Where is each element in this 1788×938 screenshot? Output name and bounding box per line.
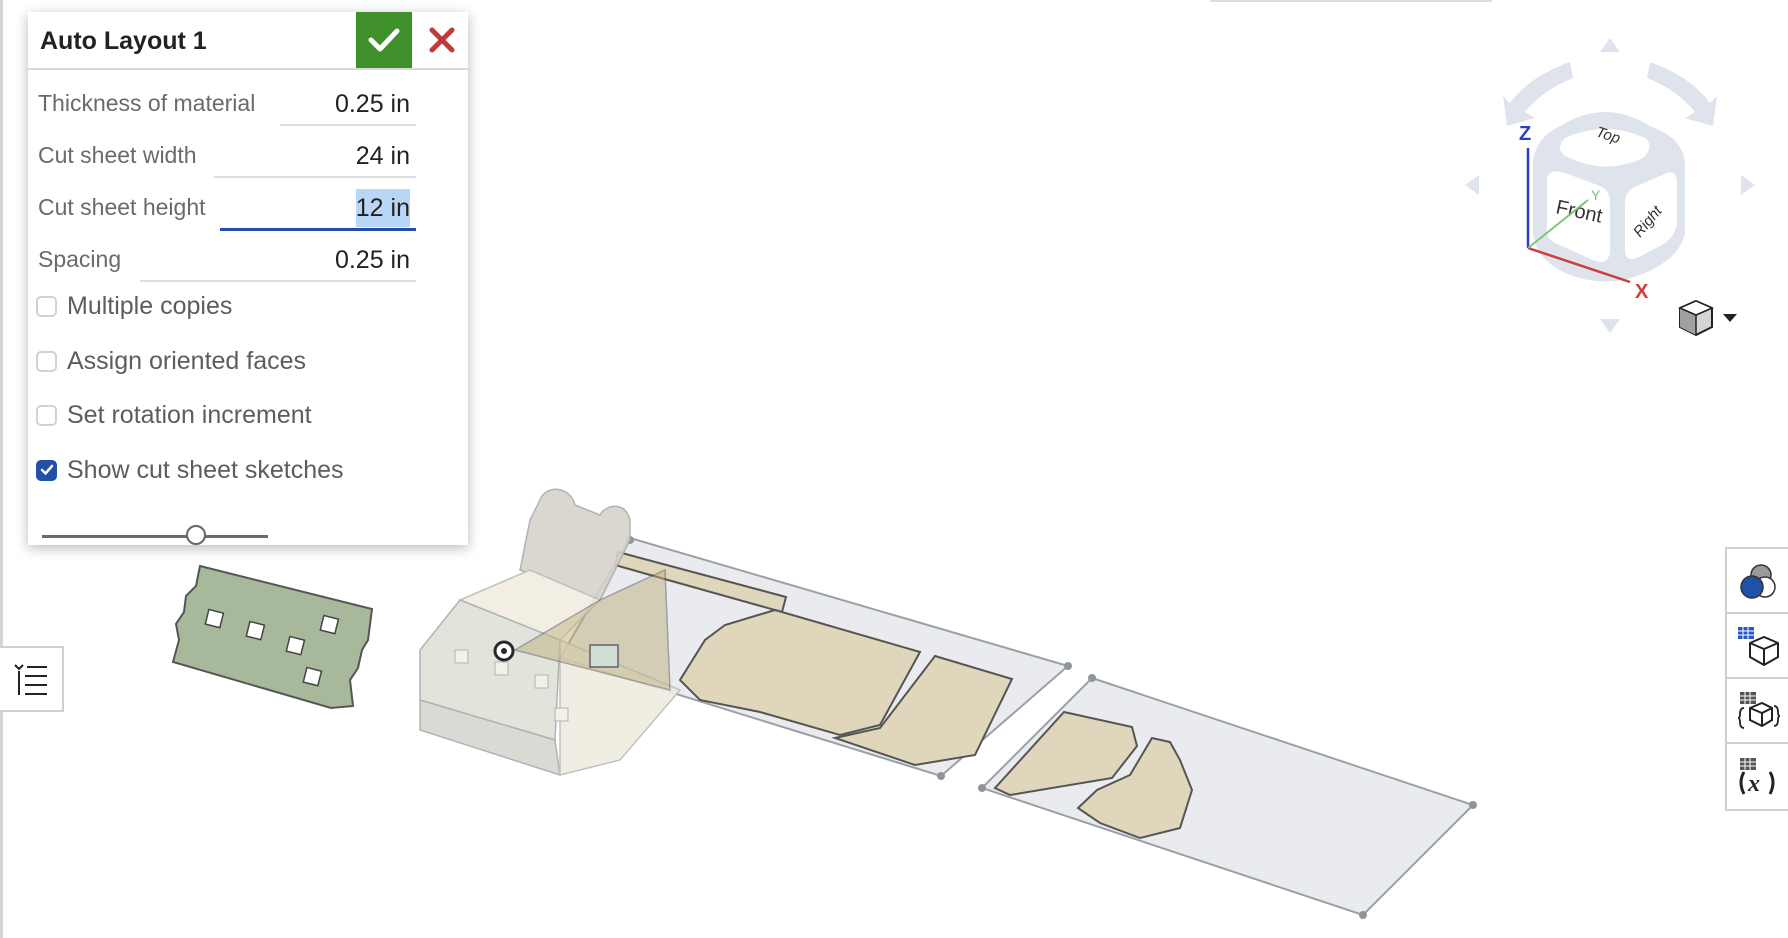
- cut-sheet-width-label: Cut sheet width: [38, 142, 197, 168]
- slider-thumb[interactable]: [186, 525, 207, 545]
- green-panel-part[interactable]: [171, 564, 374, 710]
- configuration-table-icon: [1737, 626, 1779, 666]
- thickness-label: Thickness of material: [38, 90, 256, 116]
- assign-oriented-faces-checkbox[interactable]: Assign oriented faces: [36, 344, 306, 378]
- cut-sheet-width-input[interactable]: [214, 136, 416, 178]
- feature-list-icon: [14, 664, 47, 695]
- spacing-row: Spacing: [28, 240, 468, 286]
- cut-sheet-2[interactable]: [978, 674, 1477, 919]
- check-icon: [40, 464, 53, 475]
- show-cut-sheet-sketches-checkbox[interactable]: Show cut sheet sketches: [36, 453, 344, 487]
- variable-studio-button[interactable]: [1727, 679, 1788, 744]
- cancel-button[interactable]: [416, 12, 468, 68]
- cut-sheet-width-row: Cut sheet width: [28, 136, 468, 182]
- axis-x-label: X: [1635, 281, 1649, 303]
- variable-studio-icon: [1737, 691, 1780, 729]
- view-mode-dropdown[interactable]: [1678, 298, 1742, 338]
- thickness-input[interactable]: [280, 84, 416, 126]
- cut-sheet-height-input[interactable]: 12 in: [220, 188, 416, 231]
- shaded-cube-icon: [1678, 299, 1714, 337]
- axis-y-label: Y: [1591, 187, 1601, 203]
- cut-sheet-height-label: Cut sheet height: [38, 194, 206, 220]
- checkbox-box[interactable]: [36, 295, 57, 317]
- axis-z-label: Z: [1519, 123, 1531, 145]
- checkbox-label: Set rotation increment: [67, 400, 312, 429]
- transparency-slider[interactable]: [42, 524, 270, 548]
- selected-text: 12 in: [355, 189, 410, 227]
- auto-layout-dialog: Auto Layout 1 Thickness of material Cut …: [28, 12, 468, 545]
- checkbox-box[interactable]: [36, 404, 57, 426]
- cut-sheet-height-row: Cut sheet height 12 in: [28, 188, 468, 234]
- checkbox-label: Multiple copies: [67, 291, 233, 320]
- rotate-right-arrow: [1741, 175, 1755, 195]
- rotate-left-arrow: [1465, 175, 1479, 195]
- svg-text:x: x: [1747, 771, 1760, 797]
- checkbox-label: Show cut sheet sketches: [67, 455, 344, 484]
- confirm-button[interactable]: [356, 12, 412, 68]
- checkbox-box[interactable]: [36, 350, 57, 372]
- rotate-up-arrow: [1600, 38, 1620, 52]
- chevron-down-icon: [1723, 314, 1737, 322]
- variable-table-icon: x: [1739, 757, 1774, 797]
- set-rotation-increment-checkbox[interactable]: Set rotation increment: [36, 398, 312, 432]
- checkbox-box[interactable]: [36, 459, 57, 481]
- multiple-copies-checkbox[interactable]: Multiple copies: [36, 289, 232, 323]
- thickness-row: Thickness of material: [28, 84, 468, 130]
- slider-track: [42, 535, 268, 538]
- rotate-cw-arrow: [1647, 62, 1717, 126]
- configuration-panel-button[interactable]: [1727, 614, 1788, 679]
- feature-list-toggle[interactable]: [0, 646, 64, 712]
- dialog-header: Auto Layout 1: [28, 12, 468, 70]
- rotate-ccw-arrow: [1503, 62, 1573, 126]
- appearance-icon: [1739, 563, 1776, 599]
- variable-table-button[interactable]: x: [1727, 744, 1788, 809]
- close-icon: [429, 27, 455, 53]
- appearance-panel-button[interactable]: [1727, 549, 1788, 614]
- right-toolbar: x: [1725, 547, 1788, 811]
- rotate-down-arrow: [1600, 319, 1620, 333]
- dialog-title: Auto Layout 1: [40, 27, 207, 55]
- spacing-label: Spacing: [38, 246, 122, 272]
- checkbox-label: Assign oriented faces: [67, 346, 307, 375]
- spacing-input[interactable]: [140, 240, 416, 282]
- checkmark-icon: [368, 28, 400, 52]
